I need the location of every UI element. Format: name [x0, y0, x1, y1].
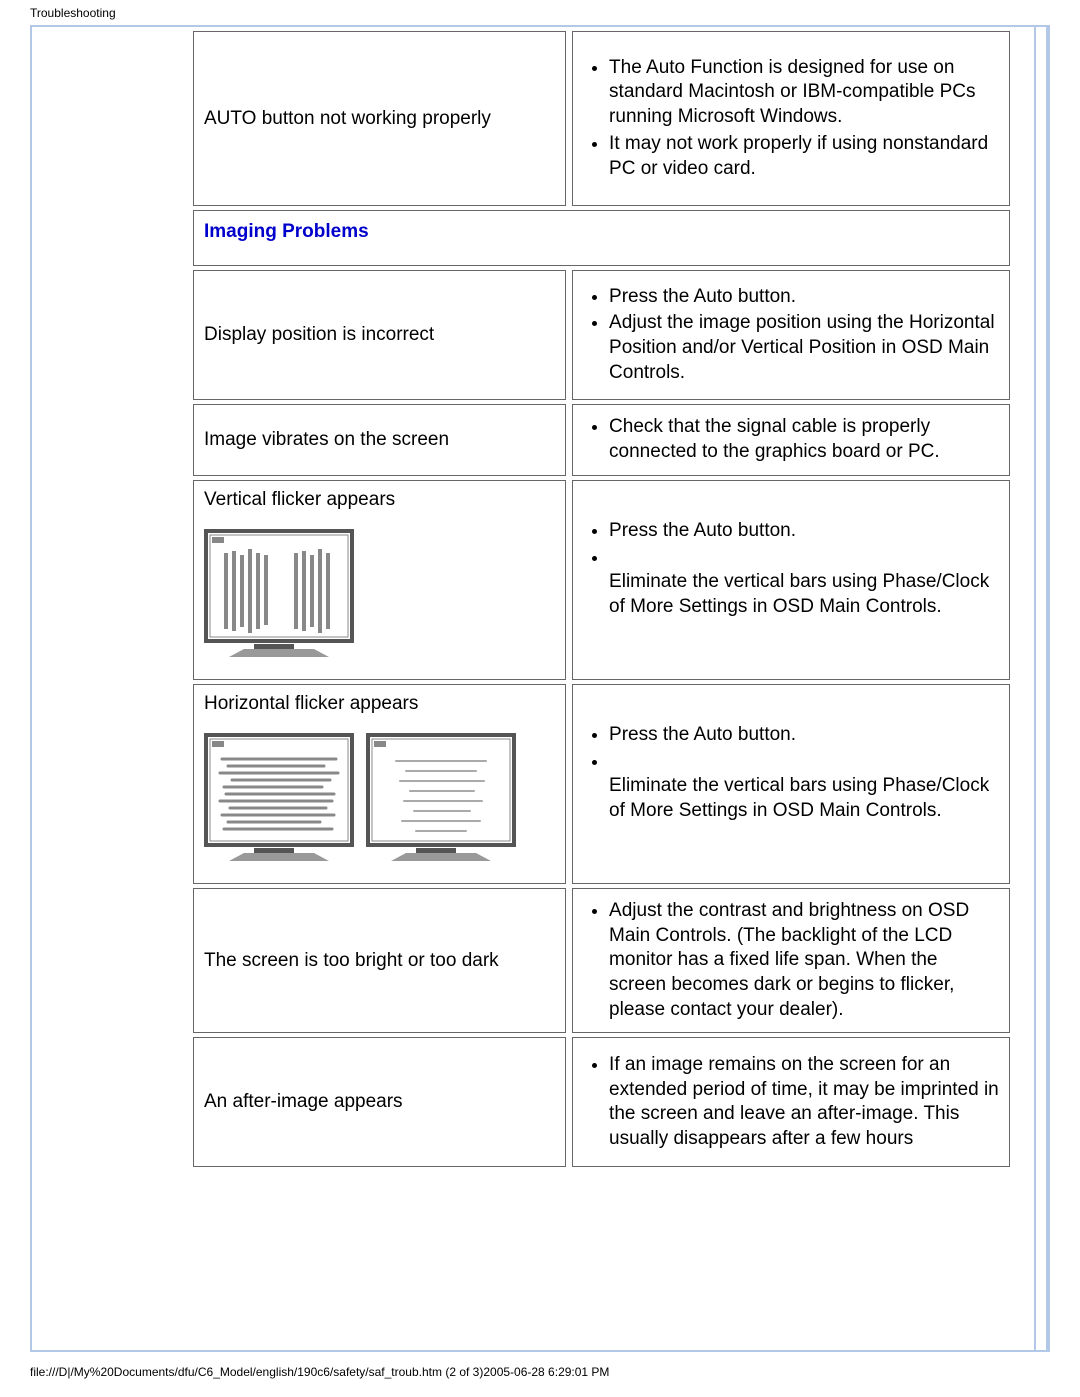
list-item: Check that the signal cable is properly …	[609, 415, 999, 464]
page-title: Troubleshooting	[0, 0, 1080, 24]
table-row: Imaging Problems	[193, 210, 1010, 266]
solution-cell: If an image remains on the screen for an…	[572, 1037, 1010, 1167]
section-header: Imaging Problems	[193, 210, 1010, 266]
table-row: Horizontal flicker appears	[193, 684, 1010, 884]
solution-cell: Check that the signal cable is properly …	[572, 404, 1010, 476]
list-item: It may not work properly if using nonsta…	[609, 132, 999, 181]
figure-horizontal-flicker-icon	[204, 733, 555, 863]
list-item-continuation: Eliminate the vertical bars using Phase/…	[609, 775, 989, 821]
table-row: An after-image appears If an image remai…	[193, 1037, 1010, 1167]
table-row: AUTO button not working properly The Aut…	[193, 31, 1010, 206]
list-item: Press the Auto button.	[609, 723, 999, 748]
problem-cell: Vertical flicker appears	[193, 480, 566, 680]
problem-label: Vertical flicker appears	[204, 489, 395, 510]
problem-cell: Display position is incorrect	[193, 270, 566, 400]
problem-cell: AUTO button not working properly	[193, 31, 566, 206]
list-item: Adjust the contrast and brightness on OS…	[609, 899, 999, 1022]
problem-cell: Image vibrates on the screen	[193, 404, 566, 476]
troubleshooting-table: AUTO button not working properly The Aut…	[187, 27, 1016, 1171]
list-item: Eliminate the vertical bars using Phase/…	[609, 750, 999, 824]
list-item: If an image remains on the screen for an…	[609, 1053, 999, 1152]
list-item: The Auto Function is designed for use on…	[609, 56, 999, 130]
solution-cell: Press the Auto button. Eliminate the ver…	[572, 480, 1010, 680]
problem-cell: An after-image appears	[193, 1037, 566, 1167]
list-item: Adjust the image position using the Hori…	[609, 311, 999, 385]
footer-text: file:///D|/My%20Documents/dfu/C6_Model/e…	[30, 1365, 609, 1379]
solution-cell: Press the Auto button. Adjust the image …	[572, 270, 1010, 400]
problem-cell: The screen is too bright or too dark	[193, 888, 566, 1033]
list-item: Press the Auto button.	[609, 285, 999, 310]
table-row: Display position is incorrect Press the …	[193, 270, 1010, 400]
table-row: Vertical flicker appears	[193, 480, 1010, 680]
problem-label: Horizontal flicker appears	[204, 693, 418, 714]
figure-vertical-flicker-icon	[204, 529, 555, 659]
document-frame: AUTO button not working properly The Aut…	[30, 25, 1050, 1352]
divider	[1034, 27, 1036, 1350]
problem-cell: Horizontal flicker appears	[193, 684, 566, 884]
solution-cell: Adjust the contrast and brightness on OS…	[572, 888, 1010, 1033]
table-row: Image vibrates on the screen Check that …	[193, 404, 1010, 476]
solution-cell: The Auto Function is designed for use on…	[572, 31, 1010, 206]
list-item: Eliminate the vertical bars using Phase/…	[609, 546, 999, 620]
solution-cell: Press the Auto button. Eliminate the ver…	[572, 684, 1010, 884]
list-item-continuation: Eliminate the vertical bars using Phase/…	[609, 571, 989, 617]
table-row: The screen is too bright or too dark Adj…	[193, 888, 1010, 1033]
list-item: Press the Auto button.	[609, 519, 999, 544]
